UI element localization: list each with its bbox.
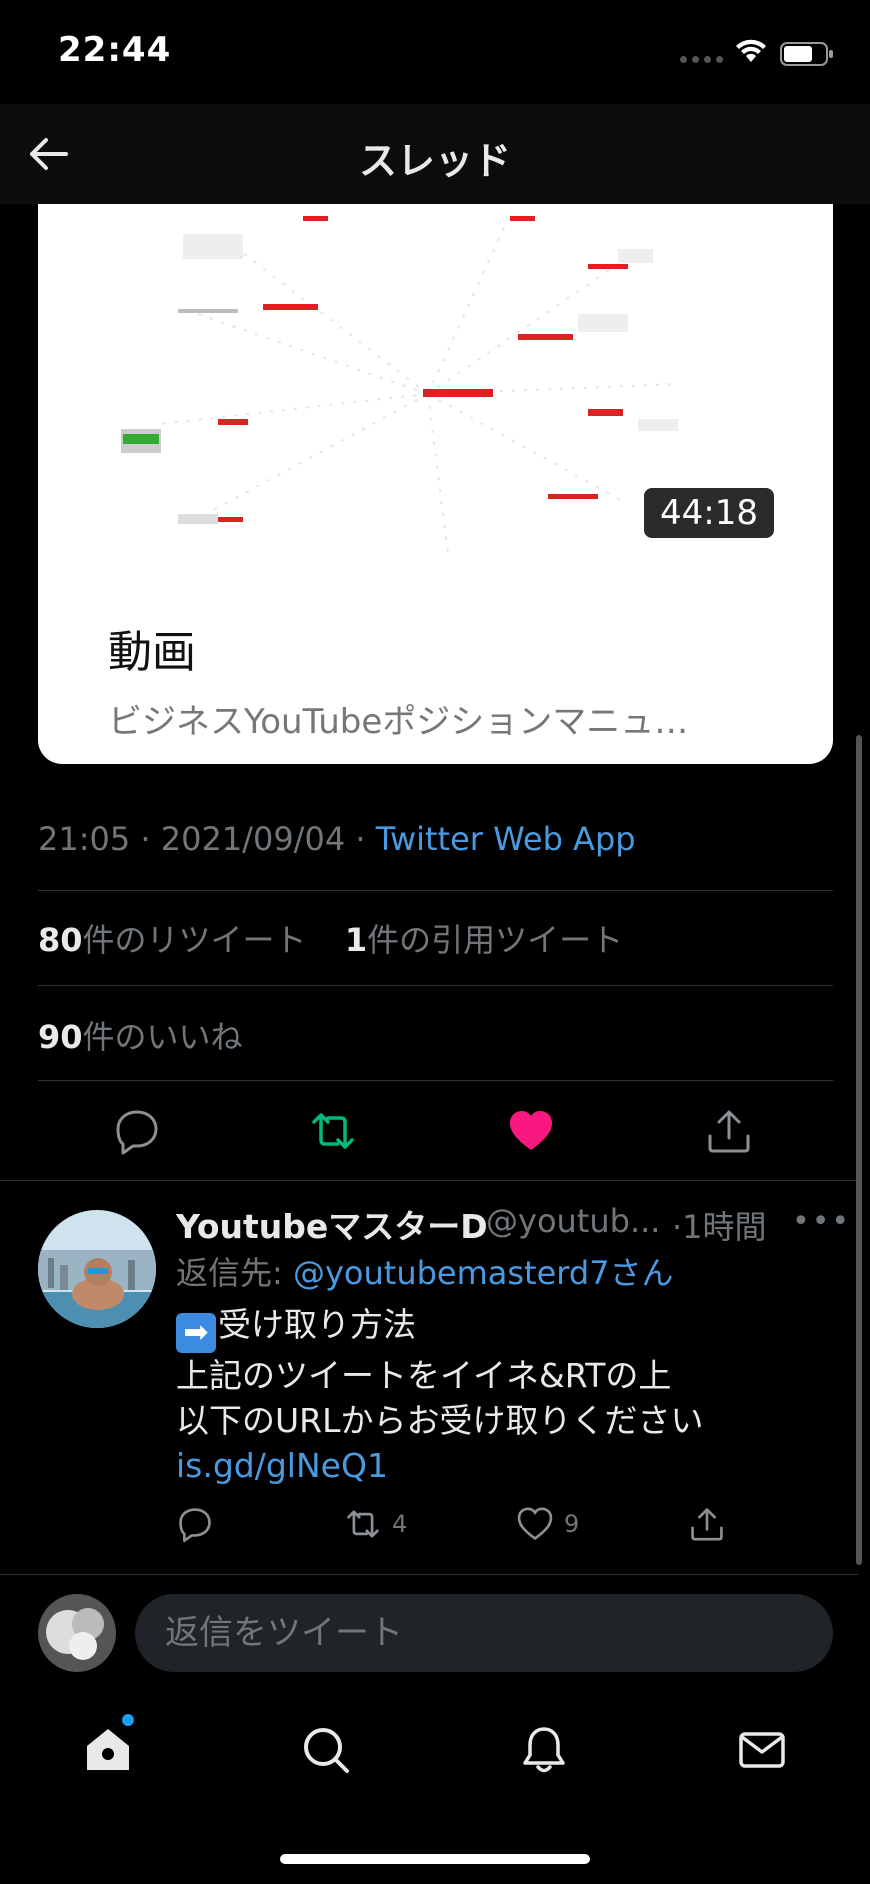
retweet-stats[interactable]: 80件のリツイート 1件の引用ツイート — [38, 915, 623, 961]
share-icon — [691, 1508, 723, 1541]
reply-like-button[interactable]: 9 — [516, 1504, 579, 1544]
quote-count: 1 — [344, 921, 368, 959]
notifications-bell-icon[interactable] — [518, 1724, 570, 1776]
reply-author-handle[interactable]: @youtub... — [486, 1202, 660, 1240]
like-stats[interactable]: 90件のいいね — [38, 1012, 243, 1058]
reply-composer-input[interactable]: 返信をツイート — [135, 1594, 833, 1672]
search-icon[interactable] — [300, 1724, 352, 1776]
retweet-count: 80 — [38, 921, 83, 959]
wifi-icon — [736, 39, 766, 62]
like-heart-icon[interactable] — [506, 1106, 556, 1156]
reply-retweet-button[interactable]: 4 — [344, 1504, 407, 1544]
tweet-source-link[interactable]: Twitter Web App — [376, 820, 636, 858]
retweet-icon[interactable] — [308, 1106, 358, 1156]
messages-envelope-icon[interactable] — [736, 1724, 788, 1776]
reply-retweet-count: 4 — [392, 1510, 408, 1538]
like-label: 件のいいね — [82, 1018, 243, 1056]
battery-icon — [780, 42, 833, 66]
home-notification-dot — [122, 1714, 134, 1726]
retweet-label: 件のリツイート — [82, 921, 307, 959]
right-arrow-emoji-icon: ➡ — [176, 1313, 216, 1353]
divider — [0, 1574, 858, 1575]
more-options-icon[interactable]: ••• — [792, 1204, 851, 1239]
divider — [38, 985, 833, 986]
heart-icon — [517, 1507, 553, 1541]
reply-reply-button[interactable] — [176, 1504, 214, 1544]
reply-to-mention[interactable]: @youtubemasterd7さん — [293, 1254, 674, 1292]
reply-body: ➡ 受け取り方法 上記のツイートをイイネ&RTの上 以下のURLからお受け取りくだ… — [176, 1302, 703, 1488]
reply-icon — [179, 1508, 211, 1543]
card-title: 動画 — [108, 627, 196, 678]
reply-line-3: 以下のURLからお受け取りください — [176, 1401, 704, 1440]
card-subtitle: ビジネスYouTubeポジションマニュ… — [108, 702, 689, 742]
reply-time: ·1時間 — [672, 1208, 767, 1246]
reply-line-2: 上記のツイートをイイネ&RTの上 — [176, 1356, 672, 1395]
divider — [0, 1180, 858, 1181]
tweet-timestamp: 21:05 · 2021/09/04 · — [38, 820, 376, 858]
like-count: 90 — [38, 1018, 83, 1056]
video-card[interactable]: 44:18 動画 ビジネスYouTubeポジションマニュ… — [38, 204, 833, 764]
reply-to-label: 返信先: — [176, 1254, 293, 1292]
quote-label: 件の引用ツイート — [367, 921, 624, 959]
retweet-icon — [347, 1510, 379, 1538]
cellular-signal-icon — [680, 56, 723, 63]
reply-icon[interactable] — [112, 1106, 162, 1156]
reply-like-count: 9 — [564, 1510, 580, 1538]
reply-line-1: 受け取り方法 — [218, 1305, 416, 1344]
share-icon[interactable] — [704, 1106, 754, 1156]
home-icon[interactable] — [82, 1724, 134, 1776]
reply-author-avatar[interactable] — [38, 1210, 156, 1328]
status-time: 22:44 — [58, 30, 172, 70]
status-bar: 22:44 — [0, 0, 870, 104]
reply-share-button[interactable] — [688, 1504, 726, 1544]
reply-author-name[interactable]: YoutubeマスターD — [176, 1200, 488, 1248]
home-indicator[interactable] — [280, 1854, 590, 1864]
reply-link[interactable]: is.gd/glNeQ1 — [176, 1443, 703, 1488]
tweet-timestamp-line: 21:05 · 2021/09/04 · Twitter Web App — [38, 820, 636, 858]
divider — [38, 890, 833, 891]
thread-header: スレッド — [0, 104, 870, 204]
reply-to-line: 返信先: @youtubemasterd7さん — [176, 1248, 674, 1294]
video-duration-badge: 44:18 — [644, 488, 774, 538]
divider — [38, 1080, 833, 1081]
my-avatar — [38, 1594, 116, 1672]
page-title: スレッド — [358, 139, 511, 183]
scrollbar[interactable] — [856, 735, 862, 1565]
